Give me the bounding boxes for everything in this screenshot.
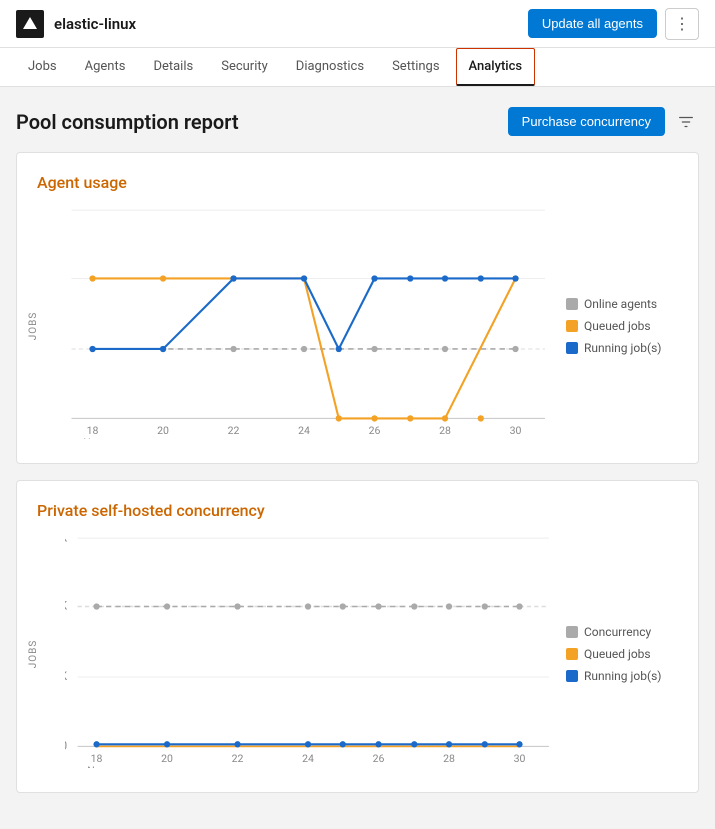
more-options-button[interactable]: ⋮ <box>665 8 699 40</box>
nav-item-agents[interactable]: Agents <box>73 49 138 86</box>
navigation: Jobs Agents Details Security Diagnostics… <box>0 48 715 87</box>
svg-text:30: 30 <box>514 753 526 766</box>
page-content: Pool consumption report Purchase concurr… <box>0 87 715 829</box>
agent-usage-chart-area: JOBS 6 4 2 0 18 Nov 2 <box>37 208 678 443</box>
concurrency-legend: Concurrency Queued jobs Running job(s) <box>558 536 678 771</box>
concurrency-chart-wrapper: JOBS 15K 10K 5.0K 0 18 Nov 20 22 2 <box>37 536 542 771</box>
legend-dot-gray <box>566 298 578 310</box>
filter-button[interactable] <box>673 109 699 135</box>
svg-text:20: 20 <box>161 753 173 766</box>
legend-concurrency-running: Running job(s) <box>566 669 678 683</box>
nav-item-settings[interactable]: Settings <box>380 49 451 86</box>
legend-label-running: Running job(s) <box>584 341 661 355</box>
agent-usage-legend: Online agents Queued jobs Running job(s) <box>558 208 678 443</box>
svg-text:2: 2 <box>61 341 62 355</box>
svg-text:5.0K: 5.0K <box>65 670 68 684</box>
legend-concurrency-queued-label: Queued jobs <box>584 647 651 661</box>
legend-label-queued: Queued jobs <box>584 319 651 333</box>
funnel-icon <box>677 113 695 131</box>
legend-dot-orange <box>566 320 578 332</box>
legend-running-jobs: Running job(s) <box>566 341 678 355</box>
concurrency-svg: 15K 10K 5.0K 0 18 Nov 20 22 24 26 28 <box>65 536 570 767</box>
agent-usage-card: Agent usage JOBS 6 4 2 0 <box>16 152 699 464</box>
nav-item-security[interactable]: Security <box>209 49 280 86</box>
header-right: Update all agents ⋮ <box>528 8 699 40</box>
svg-text:22: 22 <box>232 753 244 766</box>
concurrency-title: Private self-hosted concurrency <box>37 501 678 520</box>
concurrency-card: Private self-hosted concurrency JOBS 15K… <box>16 480 699 792</box>
page-title: Pool consumption report <box>16 110 239 134</box>
logo-icon <box>16 10 44 38</box>
nav-item-details[interactable]: Details <box>141 49 205 86</box>
legend-concurrency: Concurrency <box>566 625 678 639</box>
page-actions: Purchase concurrency <box>508 107 699 136</box>
svg-text:Nov: Nov <box>83 436 102 440</box>
agent-usage-svg: 6 4 2 0 18 Nov 20 22 24 26 28 <box>61 208 566 439</box>
svg-text:10K: 10K <box>65 599 68 613</box>
legend-concurrency-label: Concurrency <box>584 625 651 639</box>
nav-item-analytics[interactable]: Analytics <box>456 48 536 86</box>
svg-text:22: 22 <box>228 424 240 437</box>
purchase-concurrency-button[interactable]: Purchase concurrency <box>508 107 665 136</box>
org-name: elastic-linux <box>54 15 136 33</box>
update-all-agents-button[interactable]: Update all agents <box>528 9 657 38</box>
legend-online-agents: Online agents <box>566 297 678 311</box>
agent-usage-title: Agent usage <box>37 173 678 192</box>
svg-text:Nov: Nov <box>87 764 106 768</box>
svg-text:26: 26 <box>373 753 385 766</box>
svg-text:28: 28 <box>439 424 451 437</box>
svg-text:24: 24 <box>298 424 310 437</box>
agent-usage-chart-wrapper: JOBS 6 4 2 0 18 Nov 2 <box>37 208 542 443</box>
page-header: Pool consumption report Purchase concurr… <box>16 107 699 136</box>
concurrency-chart-area: JOBS 15K 10K 5.0K 0 18 Nov 20 22 2 <box>37 536 678 771</box>
legend-dot-blue <box>566 342 578 354</box>
svg-text:24: 24 <box>302 753 314 766</box>
header: elastic-linux Update all agents ⋮ <box>0 0 715 48</box>
legend-concurrency-running-label: Running job(s) <box>584 669 661 683</box>
svg-text:20: 20 <box>157 424 169 437</box>
svg-text:15K: 15K <box>65 536 68 544</box>
legend-queued-jobs: Queued jobs <box>566 319 678 333</box>
legend-label-online: Online agents <box>584 297 657 311</box>
header-left: elastic-linux <box>16 10 136 38</box>
nav-item-jobs[interactable]: Jobs <box>16 49 69 86</box>
svg-text:4: 4 <box>61 271 62 285</box>
legend-concurrency-queued: Queued jobs <box>566 647 678 661</box>
nav-item-diagnostics[interactable]: Diagnostics <box>284 49 376 86</box>
agent-usage-y-label: JOBS <box>28 311 39 340</box>
concurrency-y-label: JOBS <box>28 640 39 669</box>
svg-text:0: 0 <box>65 739 67 753</box>
svg-text:28: 28 <box>443 753 455 766</box>
svg-text:26: 26 <box>369 424 381 437</box>
svg-text:30: 30 <box>510 424 522 437</box>
